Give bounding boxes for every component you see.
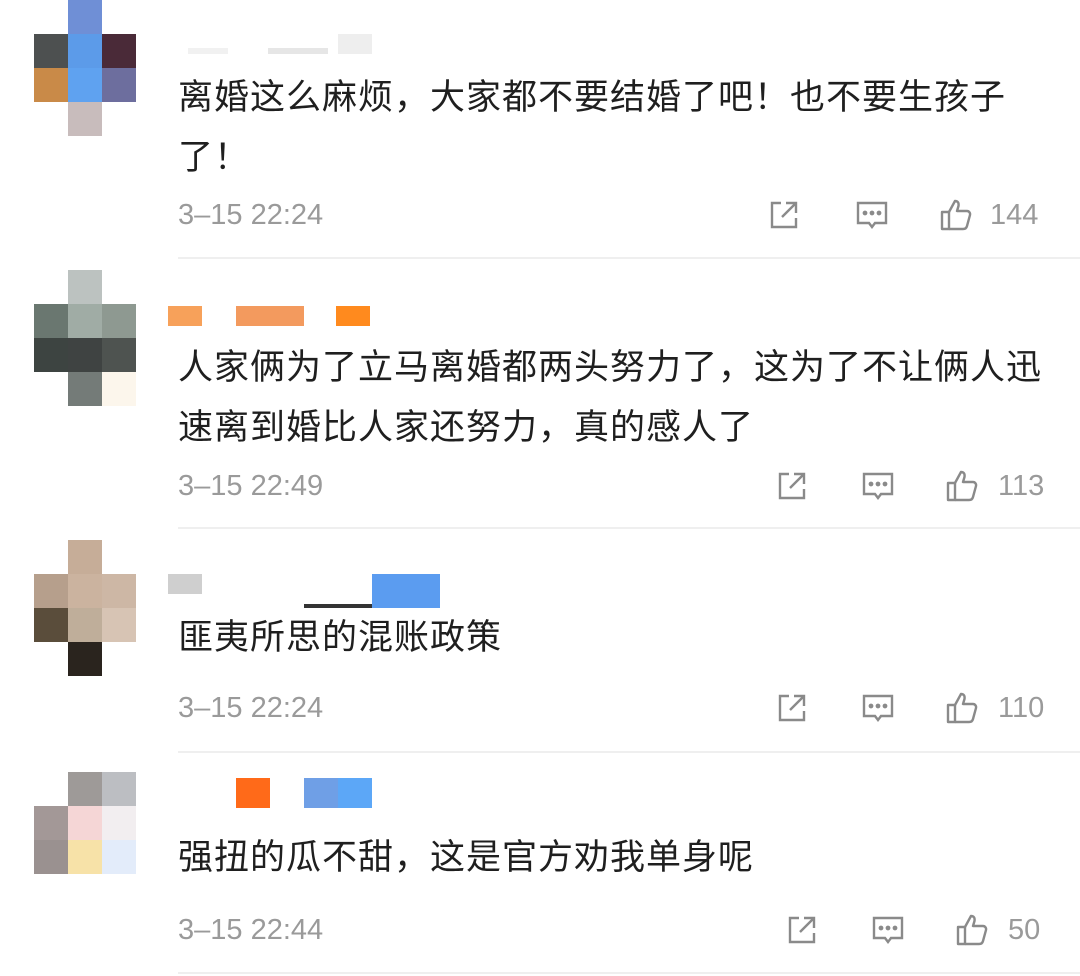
divider xyxy=(178,527,1080,529)
timestamp: 3–15 22:24 xyxy=(178,199,324,231)
share-icon[interactable] xyxy=(766,197,802,233)
share-icon[interactable] xyxy=(774,690,810,726)
share-icon[interactable] xyxy=(774,468,810,504)
like-count: 144 xyxy=(990,199,1039,231)
avatar[interactable] xyxy=(34,540,136,676)
thumbs-up-icon[interactable] xyxy=(954,912,990,948)
comment-meta: 3–15 22:24 144 xyxy=(178,195,1048,235)
comment-text: 强扭的瓜不甜，这是官方劝我单身呢 xyxy=(178,838,755,878)
thumbs-up-icon[interactable] xyxy=(944,690,980,726)
username[interactable] xyxy=(168,778,378,808)
divider xyxy=(178,751,1080,753)
comment-icon[interactable] xyxy=(870,912,906,948)
comment-icon[interactable] xyxy=(860,690,896,726)
username[interactable] xyxy=(168,34,378,56)
comment-meta: 3–15 22:24 110 xyxy=(178,688,1048,728)
comment-meta: 3–15 22:44 50 xyxy=(178,910,1048,950)
like-count: 110 xyxy=(998,692,1045,724)
thumbs-up-icon[interactable] xyxy=(938,197,974,233)
comment-text: 人家俩为了立马离婚都两头努力了，这为了不让俩人迅速离到婚比人家还努力，真的感人了 xyxy=(178,348,1043,448)
share-icon[interactable] xyxy=(784,912,820,948)
avatar[interactable] xyxy=(34,0,136,136)
like-count: 113 xyxy=(998,470,1045,502)
timestamp: 3–15 22:24 xyxy=(178,692,324,724)
divider xyxy=(178,257,1080,259)
comment-text: 离婚这么麻烦，大家都不要结婚了吧！也不要生孩子了！ xyxy=(178,78,1007,178)
avatar[interactable] xyxy=(34,772,136,908)
timestamp: 3–15 22:44 xyxy=(178,914,324,946)
username[interactable] xyxy=(168,306,378,328)
comment-meta: 3–15 22:49 113 xyxy=(178,466,1048,506)
divider xyxy=(178,972,1080,974)
timestamp: 3–15 22:49 xyxy=(178,470,324,502)
username[interactable] xyxy=(168,574,448,608)
thumbs-up-icon[interactable] xyxy=(944,468,980,504)
comment-icon[interactable] xyxy=(854,197,890,233)
like-count: 50 xyxy=(1008,914,1041,946)
avatar[interactable] xyxy=(34,270,136,406)
comment-text: 匪夷所思的混账政策 xyxy=(178,618,503,658)
comment-icon[interactable] xyxy=(860,468,896,504)
